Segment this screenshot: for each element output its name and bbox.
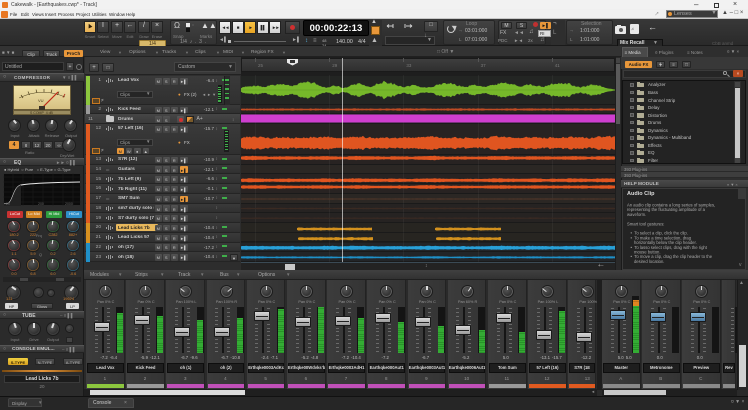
- svg-text:2000: 2000: [65, 202, 73, 206]
- svg-text:VU: VU: [38, 98, 44, 103]
- svg-text:20: 20: [6, 202, 10, 206]
- svg-text:200: 200: [38, 202, 44, 206]
